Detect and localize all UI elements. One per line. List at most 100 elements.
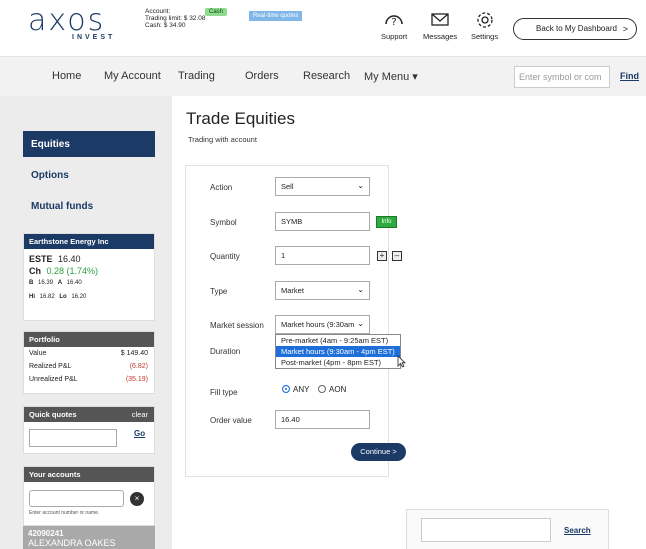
support-link[interactable]: ? Support — [381, 10, 407, 41]
quick-quote-input[interactable] — [29, 429, 117, 447]
quick-quotes-header: Quick quotes clear — [24, 407, 154, 422]
market-session-label: Market session — [210, 321, 264, 330]
market-session-select[interactable]: Market hours (9:30am ⌄ — [275, 315, 370, 334]
symbol-label: Symbol — [210, 218, 237, 227]
portfolio-panel: Portfolio Value $ 149.40 Realized P&L (6… — [23, 331, 155, 394]
fill-any-radio[interactable]: ANY — [282, 385, 309, 394]
clear-account-button[interactable]: × — [130, 492, 144, 506]
info-button[interactable]: Info — [376, 216, 397, 228]
quote-panel: Earthstone Energy Inc ESTE 16.40 Ch 0.28… — [23, 233, 155, 321]
bottom-search-input[interactable] — [421, 518, 551, 542]
logo-subtitle: INVEST — [72, 34, 116, 41]
session-option-post-market[interactable]: Post-market (4pm - 8pm EST) — [276, 357, 400, 368]
type-label: Type — [210, 287, 228, 296]
quote-bid-ask-row: B 16.39 A 16.40 — [24, 280, 154, 292]
realized-pl-value: (6.82) — [129, 363, 148, 370]
chevron-right-icon: > — [622, 24, 628, 34]
settings-link[interactable]: Settings — [471, 10, 498, 41]
continue-button[interactable]: Continue > — [351, 443, 406, 461]
quote-hi-lo-row: Hi 16.82 Lo 16.20 — [24, 292, 154, 302]
quote-symbol: ESTE — [29, 254, 53, 264]
axos-logo[interactable]: axos — [28, 6, 105, 36]
quote-change: 0.28 (1.74%) — [46, 266, 99, 276]
fill-type-label: Fill type — [210, 388, 238, 397]
account-search-input[interactable] — [29, 490, 124, 507]
nav-my-menu[interactable]: My Menu ▾ — [364, 70, 418, 83]
duration-label: Duration — [210, 347, 241, 356]
realtime-quotes-badge: Real-time quotes — [249, 11, 303, 21]
find-link[interactable]: Find — [620, 71, 639, 81]
account-summary: Account: Trading limit: $ 32.08 Cash: $ … — [145, 8, 205, 29]
portfolio-row: Unrealized P&L (35.19) — [24, 373, 154, 386]
fill-aon-radio[interactable]: AON — [318, 385, 346, 394]
support-icon: ? — [385, 15, 403, 28]
chevron-down-icon: ⌄ — [357, 319, 364, 328]
order-type-value: Market — [281, 286, 304, 295]
high-label: Hi — [29, 294, 35, 300]
bottom-search-link[interactable]: Search — [564, 526, 591, 535]
action-select[interactable]: Sell ⌄ — [275, 177, 370, 196]
chevron-down-icon: ⌄ — [357, 285, 364, 294]
chevron-down-icon: ⌄ — [357, 181, 364, 190]
envelope-icon — [431, 13, 449, 26]
account-search-hint: Enter account number or name. — [29, 510, 100, 516]
ask-value: 16.40 — [66, 280, 82, 286]
account-name: ALEXANDRA OAKES — [28, 538, 116, 548]
page-title: Trade Equities — [186, 109, 295, 128]
action-value: Sell — [281, 182, 294, 191]
quantity-input[interactable]: 1 — [275, 246, 370, 265]
portfolio-title: Portfolio — [24, 332, 154, 347]
nav-research[interactable]: Research — [303, 70, 350, 82]
quantity-label: Quantity — [210, 252, 240, 261]
main-nav: Home My Account Trading Orders Research … — [0, 56, 646, 96]
bid-value: 16.39 — [38, 280, 54, 286]
low-value: 16.20 — [71, 294, 87, 300]
nav-my-account[interactable]: My Account — [104, 70, 161, 82]
order-value-label: Order value — [210, 416, 252, 425]
cash-badge: Cash — [205, 8, 228, 16]
quantity-decrement-button[interactable]: – — [392, 251, 402, 261]
unrealized-pl-value: (35.19) — [125, 376, 148, 383]
mouse-cursor-icon — [397, 355, 406, 368]
messages-link[interactable]: Messages — [423, 10, 457, 41]
radio-empty-icon — [318, 385, 326, 393]
quick-quote-go-link[interactable]: Go — [134, 429, 145, 438]
nav-trading[interactable]: Trading — [178, 70, 215, 82]
order-type-select[interactable]: Market ⌄ — [275, 281, 370, 300]
quote-price: 16.40 — [58, 254, 81, 264]
bid-label: B — [29, 280, 34, 286]
fill-aon-label: AON — [329, 385, 347, 394]
svg-text:?: ? — [391, 17, 396, 28]
symbol-search-input[interactable]: Enter symbol or com — [514, 66, 610, 88]
account-card[interactable]: 42090241 ALEXANDRA OAKES — [23, 526, 155, 549]
high-value: 16.82 — [39, 294, 55, 300]
realized-pl-label: Realized P&L — [29, 363, 72, 370]
gear-icon — [476, 12, 493, 28]
header: axos INVEST Account: Trading limit: $ 32… — [0, 0, 646, 56]
quote-symbol-row: ESTE 16.40 — [24, 249, 154, 266]
nav-orders[interactable]: Orders — [245, 70, 279, 82]
order-value-field[interactable]: 16.40 — [275, 410, 370, 429]
sidebar-tab-options[interactable]: Options — [23, 162, 155, 188]
change-label: Ch — [29, 266, 41, 276]
support-label: Support — [381, 32, 408, 41]
quick-quotes-clear-link[interactable]: clear — [132, 410, 148, 419]
session-option-market-hours[interactable]: Market hours (9:30am - 4pm EST) — [276, 346, 400, 357]
symbol-input[interactable]: SYMB — [275, 212, 370, 231]
sidebar-tab-equities[interactable]: Equities — [23, 131, 155, 157]
session-option-pre-market[interactable]: Pre-market (4am - 9:25am EST) — [276, 335, 400, 346]
quote-company-name: Earthstone Energy Inc — [24, 234, 154, 249]
account-label: Account: — [145, 8, 171, 15]
dashboard-button-label: Back to My Dashboard — [536, 24, 617, 33]
quick-quotes-title: Quick quotes — [29, 410, 77, 419]
portfolio-value: $ 149.40 — [120, 350, 148, 357]
portfolio-value-label: Value — [29, 350, 47, 357]
back-to-dashboard-button[interactable]: Back to My Dashboard > — [513, 18, 637, 40]
quantity-increment-button[interactable]: + — [377, 251, 387, 261]
page-subtitle: Trading with account — [188, 135, 257, 144]
fill-any-label: ANY — [293, 385, 310, 394]
low-label: Lo — [59, 294, 67, 300]
nav-home[interactable]: Home — [52, 70, 81, 82]
sidebar-tab-mutual-funds[interactable]: Mutual funds — [23, 193, 155, 219]
settings-label: Settings — [471, 32, 499, 41]
